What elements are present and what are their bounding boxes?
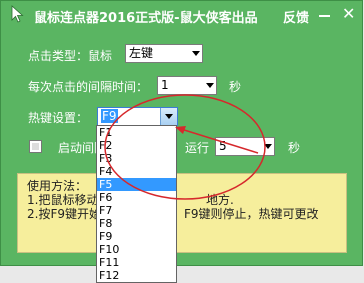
dropdown-option-f6[interactable]: F6 bbox=[97, 191, 176, 204]
interval-select[interactable]: 1 bbox=[157, 76, 217, 95]
dropdown-option-f10[interactable]: F10 bbox=[97, 243, 176, 256]
dropdown-option-f7[interactable]: F7 bbox=[97, 204, 176, 217]
window-title: 鼠标连点器2016正式版-鼠大侠客出品 bbox=[34, 11, 258, 26]
dropdown-option-f4[interactable]: F4 bbox=[97, 165, 176, 178]
feedback-button[interactable]: 反馈 bbox=[283, 7, 309, 26]
autostart-value: 5 bbox=[219, 139, 227, 153]
title-bar: 鼠标连点器2016正式版-鼠大侠客出品 反馈 ✕ bbox=[1, 1, 362, 31]
minimize-button[interactable] bbox=[319, 15, 330, 17]
click-type-label: 点击类型：鼠标 bbox=[28, 49, 113, 63]
autostart-suffix: 运行 bbox=[185, 141, 210, 155]
chevron-down-icon bbox=[192, 51, 200, 56]
click-type-select[interactable]: 左键 bbox=[125, 44, 203, 63]
usage-line-2-start: 2.按F9键开始 bbox=[27, 207, 101, 221]
mouse-cursor-icon bbox=[11, 5, 24, 23]
dropdown-option-f3[interactable]: F3 bbox=[97, 152, 176, 165]
usage-line-2: 2.按F9键开始 F9键则停止，热键可更改 bbox=[27, 207, 346, 221]
interval-unit: 秒 bbox=[229, 80, 242, 94]
dropdown-option-f8[interactable]: F8 bbox=[97, 217, 176, 230]
hotkey-label: 热键设置： bbox=[28, 111, 89, 125]
hotkey-value: F9 bbox=[101, 109, 118, 123]
hotkey-dropdown-button[interactable] bbox=[160, 108, 177, 125]
dropdown-option-f11[interactable]: F11 bbox=[97, 256, 176, 269]
dropdown-option-f2[interactable]: F2 bbox=[97, 139, 176, 152]
usage-line-2-end: F9键则停止，热键可更改 bbox=[184, 207, 319, 221]
app-window: 鼠标连点器2016正式版-鼠大侠客出品 反馈 ✕ 点击类型：鼠标 左键 每次点击… bbox=[0, 0, 363, 266]
usage-line-1: 1.把鼠标移动 地方. bbox=[27, 193, 346, 207]
usage-line-1-start: 1.把鼠标移动 bbox=[27, 193, 99, 207]
hotkey-dropdown-list: F1 F2 F3 F4 F5 F6 F7 F8 F9 F10 F11 F12 bbox=[96, 125, 177, 283]
usage-title: 使用方法： bbox=[27, 179, 88, 193]
hotkey-select[interactable]: F9 bbox=[97, 107, 178, 126]
close-button[interactable]: ✕ bbox=[342, 4, 355, 24]
autostart-unit: 秒 bbox=[288, 141, 301, 155]
dropdown-option-f5[interactable]: F5 bbox=[97, 178, 176, 191]
chevron-down-icon bbox=[206, 83, 214, 88]
interval-value: 1 bbox=[161, 78, 169, 92]
dropdown-option-f12[interactable]: F12 bbox=[97, 269, 176, 282]
interval-label: 每次点击的间隔时间： bbox=[28, 80, 149, 94]
usage-box: 使用方法： 1.把鼠标移动 地方. 2.按F9键开始 F9键则停止，热键可更改 bbox=[17, 173, 347, 253]
usage-line-1-end: 地方. bbox=[206, 193, 234, 207]
dropdown-option-f1[interactable]: F1 bbox=[97, 126, 176, 139]
click-type-value: 左键 bbox=[129, 46, 154, 60]
autostart-select[interactable]: 5 bbox=[215, 137, 275, 156]
autostart-checkbox[interactable] bbox=[29, 140, 42, 153]
dropdown-option-f9[interactable]: F9 bbox=[97, 230, 176, 243]
chevron-down-icon bbox=[264, 144, 272, 149]
chevron-down-icon bbox=[165, 114, 173, 119]
